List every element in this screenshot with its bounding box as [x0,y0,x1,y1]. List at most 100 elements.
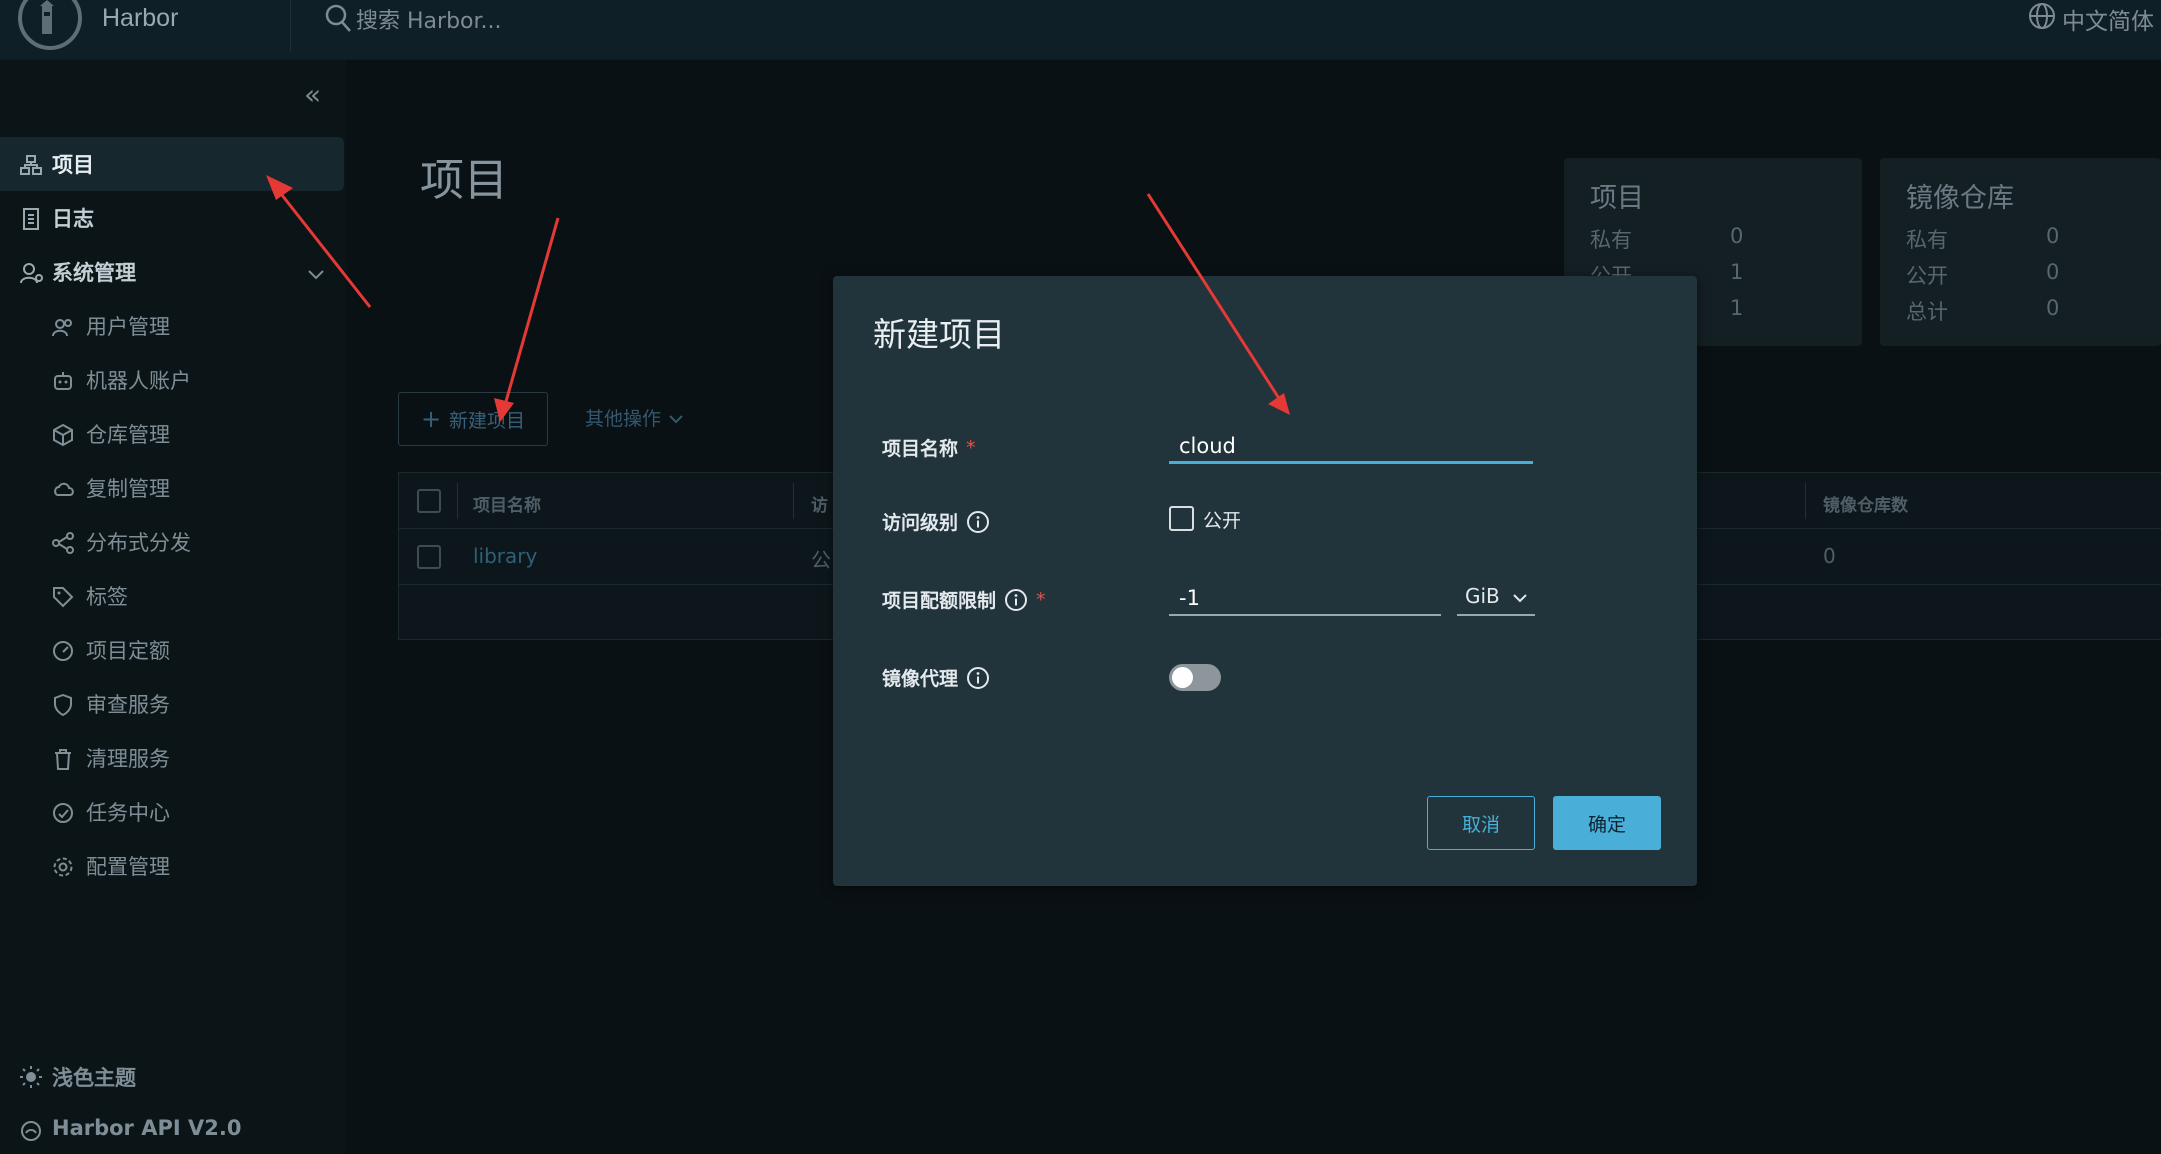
globe-icon [2028,2,2056,36]
sidebar-item-projects[interactable]: 项目 [0,137,344,191]
theme-toggle-label: 浅色主题 [52,1066,136,1090]
sidebar: « 项目 日志 系统管理 用户管理 机器人账户 仓库管理 复制管理 分布式分发 … [0,60,346,1154]
sidebar-item-label: 复制管理 [86,477,170,501]
project-name-link[interactable]: library [473,544,537,568]
stat-label: 总计 [1906,300,1948,324]
stat-value: 0 [2046,224,2060,248]
sidebar-item-interrogation-services[interactable]: 审查服务 [0,677,344,731]
sidebar-item-job-service[interactable]: 任务中心 [0,785,344,839]
sidebar-item-admin[interactable]: 系统管理 [0,245,344,299]
info-icon[interactable] [966,666,990,690]
sidebar-item-distribution[interactable]: 分布式分发 [0,515,344,569]
quota-unit-select[interactable]: GiB [1457,578,1535,616]
row-checkbox[interactable] [417,545,441,569]
stat-label: 私有 [1906,228,1948,252]
quota-label-text: 项目配额限制 [882,590,997,612]
stat-value: 0 [2046,296,2060,320]
proxy-cache-label-text: 镜像代理 [882,668,959,690]
quota-label: 项目配额限制 * [882,586,1046,613]
repositories-stat-card: 镜像仓库 私有 0 公开 0 总计 0 [1880,158,2161,346]
public-checkbox[interactable] [1169,506,1194,531]
access-level-label-text: 访问级别 [882,512,959,534]
sidebar-item-registries[interactable]: 仓库管理 [0,407,344,461]
robot-icon [52,370,74,397]
dialog-title: 新建项目 [873,315,1005,354]
column-header-name[interactable]: 项目名称 [473,491,541,516]
search-input[interactable] [354,4,774,38]
projects-icon [20,154,42,181]
sidebar-item-clean-up[interactable]: 清理服务 [0,731,344,785]
sidebar-item-label: 项目 [52,153,94,177]
sidebar-item-label: 机器人账户 [86,369,191,393]
proxy-cache-label: 镜像代理 [882,664,990,691]
stat-value: 0 [2046,260,2060,284]
sidebar-item-label: 配置管理 [86,855,170,879]
language-label: 中文简体 [2062,9,2154,35]
info-icon[interactable] [1004,588,1028,612]
access-level-cell: 公 [811,548,831,572]
app-title[interactable]: Harbor [102,4,178,33]
stat-card-title: 镜像仓库 [1906,183,2014,214]
project-name-input[interactable] [1169,424,1533,464]
chevron-down-icon[interactable] [306,263,326,287]
sidebar-item-replications[interactable]: 复制管理 [0,461,344,515]
public-checkbox-label[interactable]: 公开 [1203,506,1241,533]
sidebar-item-label: 项目定额 [86,639,170,663]
quota-unit-value: GiB [1465,584,1500,608]
new-project-dialog: 新建项目 项目名称 * 访问级别 公开 项目配额限制 * GiB 镜像代理 取消… [833,276,1697,886]
toggle-knob [1172,667,1193,688]
info-icon[interactable] [966,510,990,534]
sidebar-item-project-quotas[interactable]: 项目定额 [0,623,344,677]
trash-icon [52,748,74,775]
other-actions-dropdown[interactable]: 其他操作 [585,404,685,431]
sidebar-item-logs[interactable]: 日志 [0,191,344,245]
stat-card-title: 项目 [1590,183,1644,214]
select-all-checkbox[interactable] [417,489,441,513]
column-header-access[interactable]: 访 [811,491,828,516]
stat-row: 私有 0 [1590,224,1743,254]
api-link-label: Harbor API V2.0 [52,1116,242,1140]
plus-icon: + [420,405,442,433]
stat-value: 1 [1730,260,1744,284]
sidebar-item-label: 分布式分发 [86,531,191,555]
registry-icon [52,423,74,451]
sidebar-item-label: 用户管理 [86,315,170,339]
sidebar-item-users[interactable]: 用户管理 [0,299,344,353]
stat-label: 公开 [1906,264,1948,288]
stat-value: 0 [1730,224,1744,248]
column-header-repo-count[interactable]: 镜像仓库数 [1823,491,1908,516]
new-project-button[interactable]: + 新建项目 [398,392,548,446]
api-icon [20,1120,42,1147]
language-switcher[interactable]: 中文简体 [2028,2,2154,36]
share-icon [52,532,74,559]
harbor-logo-icon[interactable] [18,0,82,50]
stat-row: 公开 0 [1906,260,2059,290]
cloud-sync-icon [52,478,76,505]
stat-label: 私有 [1590,228,1632,252]
stat-row: 私有 0 [1906,224,2059,254]
other-actions-label: 其他操作 [585,408,662,430]
sidebar-item-robot-accounts[interactable]: 机器人账户 [0,353,344,407]
harbor-api-link[interactable]: Harbor API V2.0 [0,1108,344,1152]
collapse-sidebar-icon[interactable]: « [304,78,321,111]
top-header: Harbor 中文简体 [0,0,2161,60]
admin-icon [20,262,44,289]
tag-icon [52,586,74,613]
project-name-label-text: 项目名称 [882,438,959,460]
page-title: 项目 [420,155,508,206]
quota-gauge-icon [52,640,74,667]
proxy-cache-toggle[interactable] [1169,664,1221,691]
chevron-down-icon [667,408,685,430]
confirm-button[interactable]: 确定 [1553,796,1661,850]
required-marker: * [966,436,976,459]
repo-count-cell: 0 [1823,544,1836,568]
sidebar-item-labels[interactable]: 标签 [0,569,344,623]
dashboard-icon [52,802,74,829]
theme-toggle[interactable]: 浅色主题 [0,1054,344,1098]
sidebar-item-label: 仓库管理 [86,423,170,447]
cancel-button[interactable]: 取消 [1427,796,1535,850]
users-icon [52,316,74,343]
sidebar-item-configuration[interactable]: 配置管理 [0,839,344,893]
quota-input[interactable] [1169,576,1441,616]
shield-icon [52,693,74,721]
